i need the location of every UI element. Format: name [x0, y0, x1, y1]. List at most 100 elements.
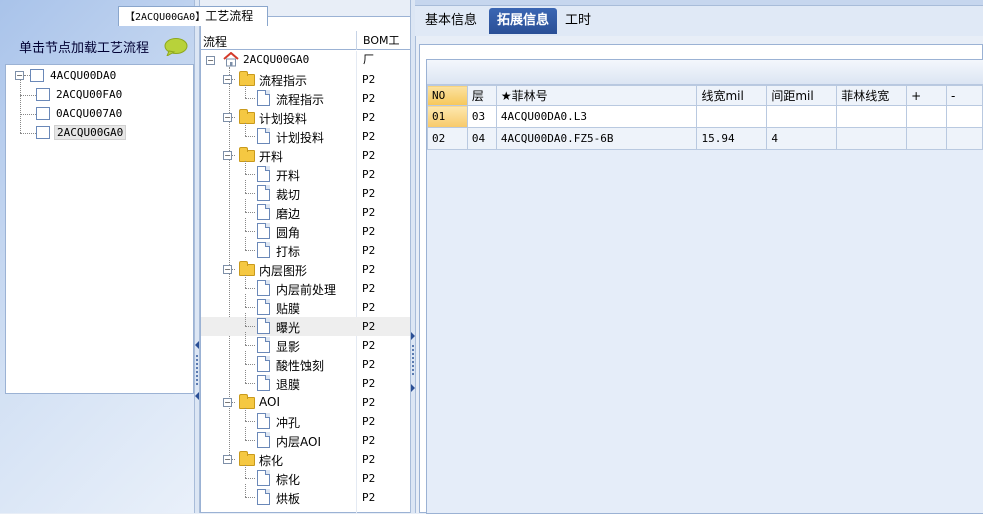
cell-plus[interactable]: [906, 105, 948, 128]
cell-layer[interactable]: 03: [466, 105, 497, 128]
tree-node-root[interactable]: − 4ACQU00DA0: [15, 66, 118, 84]
flow-group-node[interactable]: − AOI P2: [201, 393, 410, 412]
cell-spacing[interactable]: 4: [766, 127, 838, 150]
flow-step-node[interactable]: 酸性蚀刻 P2: [201, 351, 410, 374]
table-row[interactable]: 02 04 4ACQU00DA0.FZ5-6B 15.94 4: [427, 127, 983, 150]
col-spacing[interactable]: 间距mil: [766, 85, 838, 106]
flow-column-header[interactable]: 流程: [203, 33, 227, 50]
flow-step-node[interactable]: 烘板 P2: [201, 484, 410, 507]
cell-no[interactable]: 01: [427, 105, 468, 128]
bom-value: P2: [362, 130, 376, 143]
bom-value: P2: [362, 187, 376, 200]
cell-film-line-width[interactable]: [836, 127, 908, 150]
flow-step-node[interactable]: 棕化 P2: [201, 465, 410, 488]
document-icon: [257, 242, 270, 258]
flow-group-label: 开料: [259, 150, 284, 164]
flow-step-node[interactable]: 圆角 P2: [201, 218, 410, 241]
flow-step-node[interactable]: 贴膜 P2: [201, 294, 410, 317]
tree-node-child-selected[interactable]: 2ACQU00GA0: [36, 123, 127, 141]
collapse-icon[interactable]: −: [223, 151, 232, 160]
tab-basic-info[interactable]: 基本信息: [417, 8, 485, 34]
process-flow-panel: 流程 BOM工厂 − 2ACQU00GA0 − 流程指示 P2 流程指示 P2 − 计划投料 P2…: [200, 16, 411, 513]
cell-no[interactable]: 02: [427, 127, 468, 150]
flow-step-node[interactable]: 流程指示 P2: [201, 85, 410, 108]
cell-film-no[interactable]: 4ACQU00DA0.L3: [495, 105, 698, 128]
cell-line-width[interactable]: 15.94: [696, 127, 768, 150]
flow-step-label: 冲孔: [276, 416, 301, 430]
bom-column-header[interactable]: BOM工厂: [356, 31, 410, 66]
table-row[interactable]: 01 03 4ACQU00DA0.L3: [427, 105, 983, 128]
document-icon: [257, 166, 270, 182]
flow-step-label: 烘板: [276, 492, 301, 506]
flow-step-node[interactable]: 退膜 P2: [201, 370, 410, 393]
flow-step-node[interactable]: 内层前处理 P2: [201, 275, 410, 298]
table-header-row: NO 层 ★菲林号 线宽mil 间距mil 菲林线宽 + -: [427, 85, 983, 106]
flow-group-node[interactable]: − 计划投料 P2: [201, 108, 410, 127]
flow-step-node[interactable]: 磨边 P2: [201, 199, 410, 222]
flow-step-node[interactable]: 冲孔 P2: [201, 408, 410, 431]
cell-spacing[interactable]: [766, 105, 838, 128]
collapse-icon[interactable]: −: [223, 75, 232, 84]
flow-header: 流程 BOM工厂: [201, 31, 410, 66]
col-film-no[interactable]: ★菲林号: [495, 85, 698, 106]
flow-step-label: 打标: [276, 245, 301, 259]
flow-step-node[interactable]: 计划投料 P2: [201, 123, 410, 146]
flow-group-node[interactable]: − 棕化 P2: [201, 450, 410, 469]
cell-line-width[interactable]: [696, 105, 768, 128]
bom-value: P2: [362, 301, 376, 314]
flow-step-node[interactable]: 曝光 P2: [201, 313, 410, 336]
flow-root-node[interactable]: − 2ACQU00GA0: [201, 51, 410, 70]
cell-film-line-width[interactable]: [836, 105, 908, 128]
document-icon: [257, 489, 270, 505]
cell-layer[interactable]: 04: [466, 127, 497, 150]
bom-value: P2: [362, 377, 376, 390]
col-layer[interactable]: 层: [466, 85, 497, 106]
collapse-icon[interactable]: −: [15, 70, 24, 80]
collapse-icon[interactable]: −: [206, 56, 215, 65]
document-icon: [257, 470, 270, 486]
col-line-width[interactable]: 线宽mil: [696, 85, 768, 106]
document-icon: [257, 318, 270, 334]
flow-step-node[interactable]: 打标 P2: [201, 237, 410, 260]
splitter-right[interactable]: [410, 0, 416, 513]
tab-work-hours[interactable]: 工时: [557, 8, 599, 34]
folder-icon: [239, 451, 255, 466]
flow-step-label: 显影: [276, 340, 301, 354]
folder-icon: [239, 71, 255, 86]
add-column-button[interactable]: +: [906, 85, 948, 106]
cell-plus[interactable]: [906, 127, 948, 150]
collapse-icon[interactable]: −: [223, 398, 232, 407]
flow-step-label: 内层AOI: [276, 435, 321, 449]
flow-step-node[interactable]: 开料 P2: [201, 161, 410, 184]
flow-group-label: 棕化: [259, 454, 284, 468]
tree-node-child[interactable]: 2ACQU00FA0: [36, 85, 124, 103]
flow-step-node[interactable]: 内层AOI P2: [201, 427, 410, 450]
collapse-icon[interactable]: −: [223, 265, 232, 274]
speech-bubble-icon: [164, 38, 188, 56]
flow-group-node[interactable]: − 流程指示 P2: [201, 70, 410, 89]
cell-minus[interactable]: [946, 127, 983, 150]
flow-group-label: 内层图形: [259, 264, 308, 278]
flow-step-label: 退膜: [276, 378, 301, 392]
col-film-line-width[interactable]: 菲林线宽: [836, 85, 908, 106]
collapse-icon[interactable]: −: [223, 113, 232, 122]
flow-step-label: 圆角: [276, 226, 301, 240]
flow-step-label: 内层前处理: [276, 283, 337, 297]
bom-value: P2: [362, 73, 376, 86]
collapse-icon[interactable]: −: [223, 455, 232, 464]
document-icon: [257, 356, 270, 372]
home-icon: [223, 52, 239, 67]
remove-column-button[interactable]: -: [946, 85, 983, 106]
panel-title-text: 工艺流程: [205, 9, 254, 23]
film-grid: NO 层 ★菲林号 线宽mil 间距mil 菲林线宽 + - 01 03 4AC…: [426, 59, 983, 514]
cell-film-no[interactable]: 4ACQU00DA0.FZ5-6B: [495, 127, 698, 150]
tree-node-child[interactable]: 0ACQU007A0: [36, 104, 124, 122]
tab-extended-info[interactable]: 拓展信息: [489, 8, 558, 34]
cell-minus[interactable]: [946, 105, 983, 128]
panel-title: 【2ACQU00GA0】工艺流程: [118, 6, 268, 26]
flow-group-node[interactable]: − 开料 P2: [201, 146, 410, 165]
flow-group-node[interactable]: − 内层图形 P2: [201, 260, 410, 279]
flow-step-node[interactable]: 裁切 P2: [201, 180, 410, 203]
flow-step-node[interactable]: 显影 P2: [201, 332, 410, 355]
col-no[interactable]: NO: [427, 85, 468, 106]
